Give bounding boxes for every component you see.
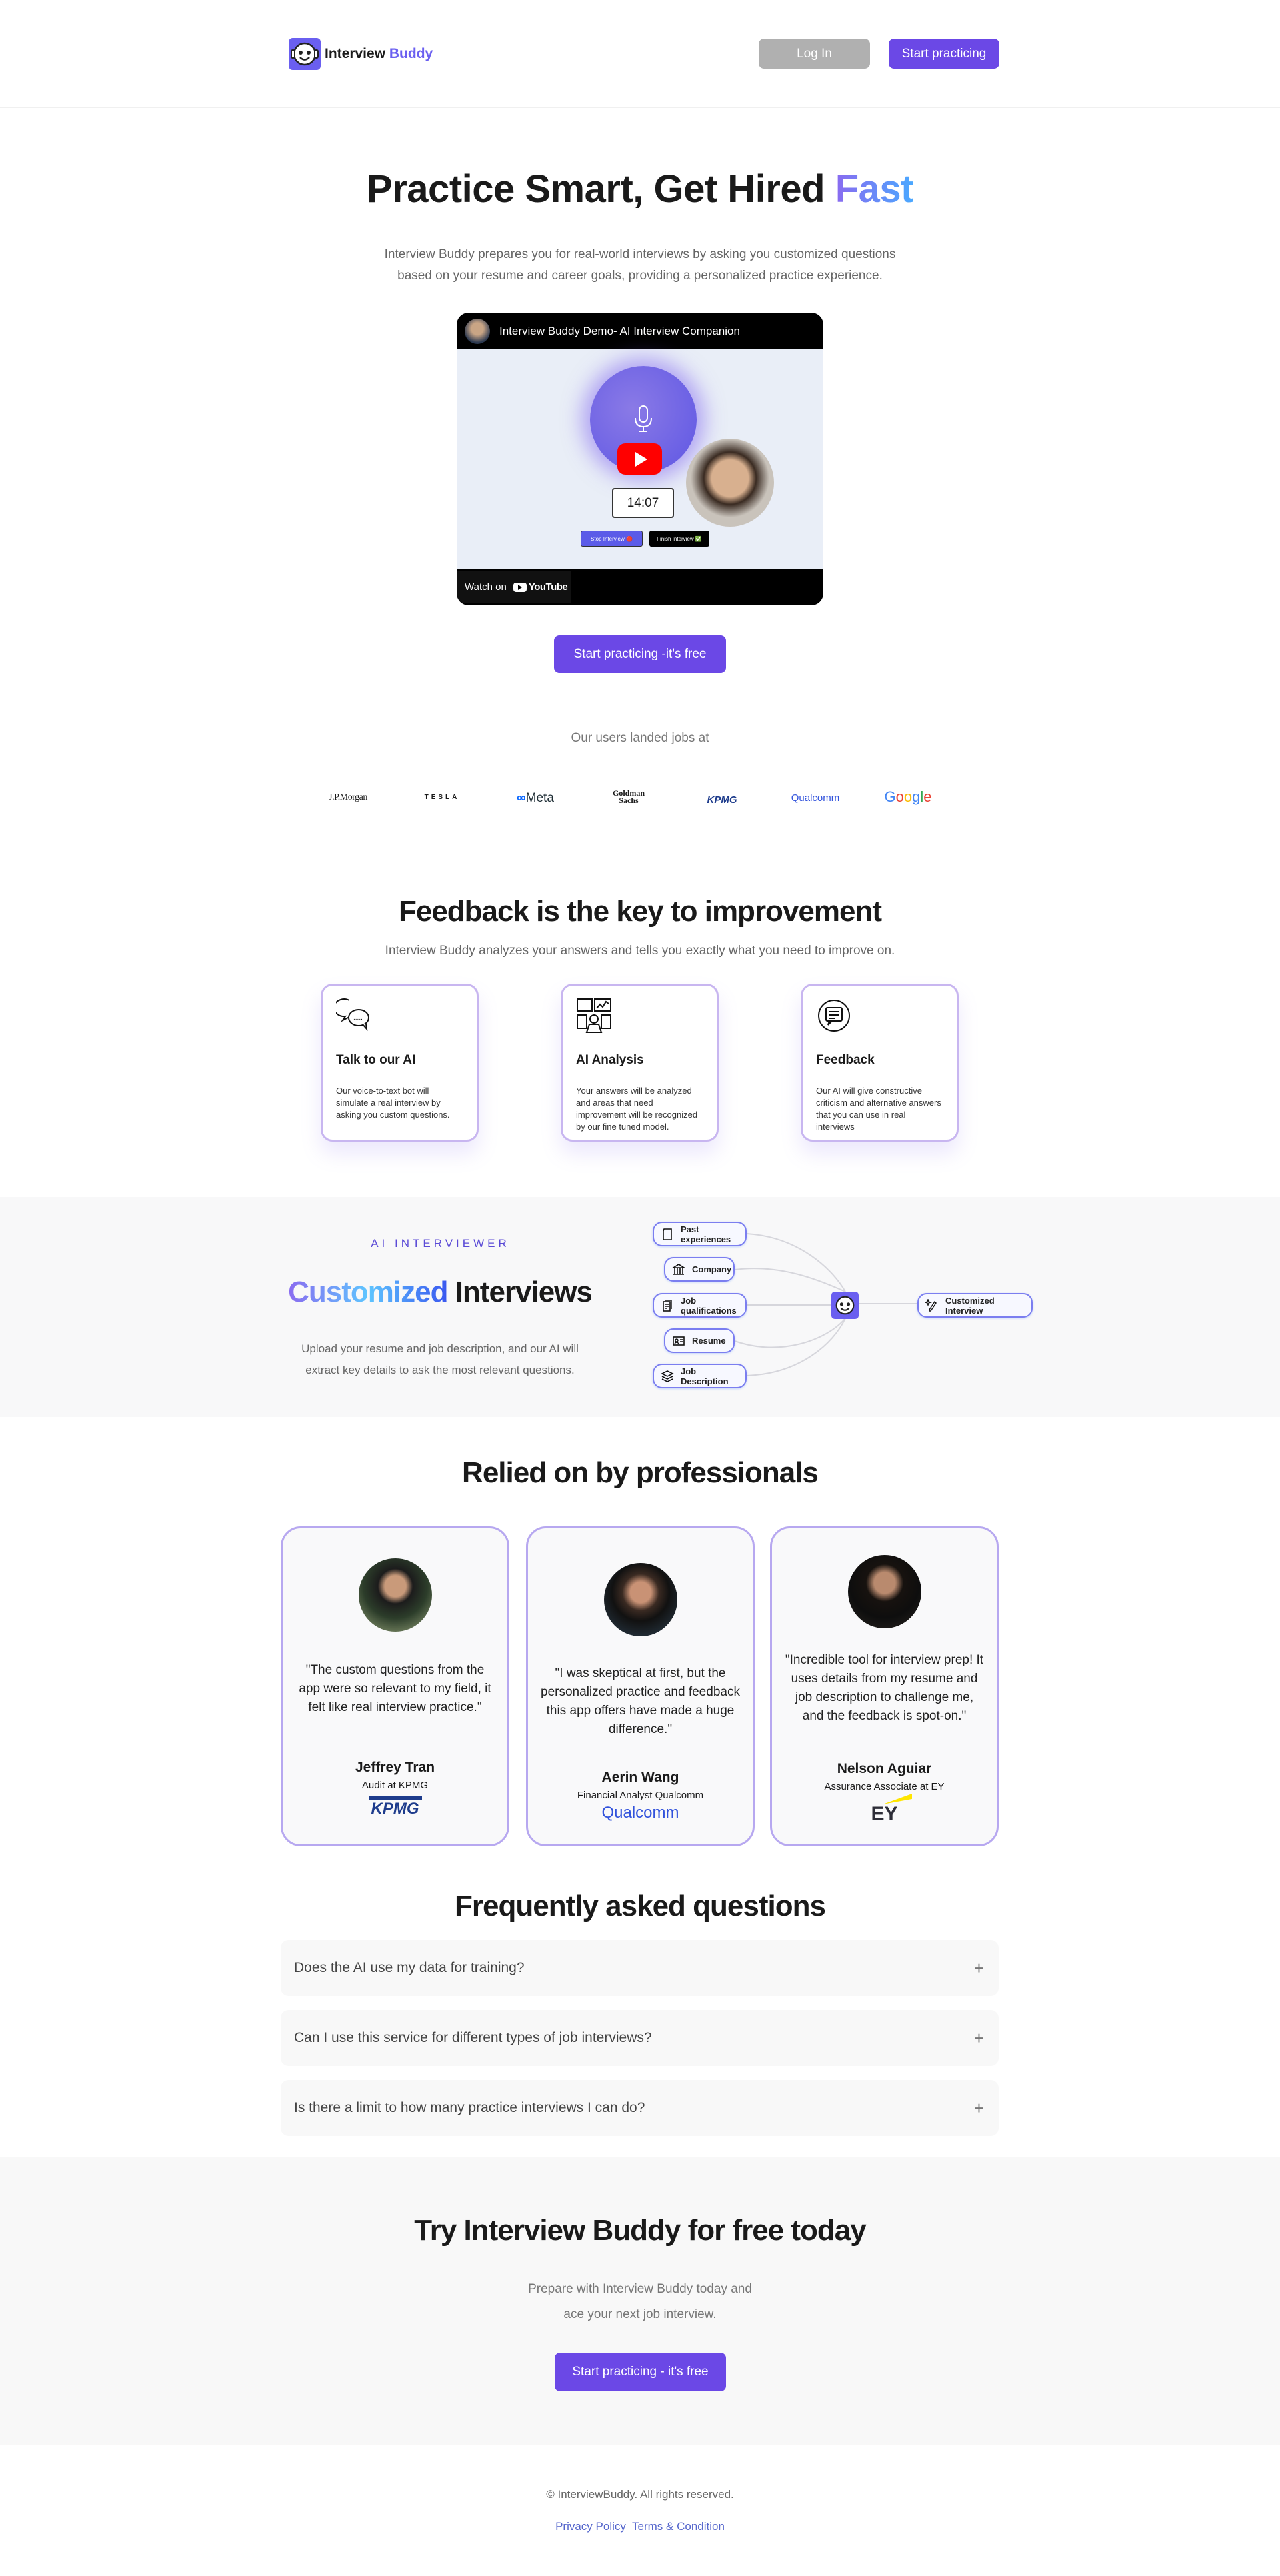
feature-desc: Our AI will give constructive criticism … <box>816 1086 941 1132</box>
company-logo-qualcomm: Qualcomm <box>601 1804 679 1822</box>
plus-icon[interactable]: + <box>974 1958 984 1979</box>
hero-title: Practice Smart, Get Hired Fast <box>367 167 914 211</box>
youtube-logo-icon <box>513 582 527 592</box>
testimonial-card: "I was skeptical at first, but the perso… <box>526 1526 755 1846</box>
layers-icon <box>661 1370 674 1382</box>
testimonial-quote: "I was skeptical at first, but the perso… <box>541 1666 740 1736</box>
plus-icon[interactable]: + <box>974 2028 984 2049</box>
diagram-connectors <box>734 1233 917 1376</box>
speaker-webcam <box>686 439 774 527</box>
privacy-policy-link[interactable]: Privacy Policy <box>555 2520 626 2533</box>
plus-icon[interactable]: + <box>974 2098 984 2119</box>
logo-tesla: TESLA <box>424 794 460 801</box>
hero-cta-button[interactable]: Start practicing -it's free <box>554 635 726 673</box>
testimonial-name: Jeffrey Tran <box>355 1760 435 1775</box>
bank-icon <box>672 1263 685 1275</box>
logo-goldman-sachs: Goldman Sachs <box>612 788 645 805</box>
buddy-mascot-icon <box>289 38 321 70</box>
interview-timer: 14:07 <box>612 488 674 518</box>
chat-bubbles-icon: ..... <box>333 998 369 1032</box>
id-card-icon <box>673 1336 685 1346</box>
channel-avatar <box>465 318 490 344</box>
copyright: © InterviewBuddy. All rights reserved. <box>546 2488 734 2501</box>
buddy-mascot-icon <box>831 1292 859 1319</box>
faq-item[interactable]: Can I use this service for different typ… <box>281 2010 999 2066</box>
folder-icon <box>663 1228 672 1240</box>
terms-link[interactable]: Terms & Condition <box>632 2520 725 2533</box>
diagram-node-resume: Resume <box>664 1328 735 1353</box>
logo-kpmg: KPMG <box>707 792 737 806</box>
video-title-bar: Interview Buddy Demo- AI Interview Compa… <box>457 313 823 349</box>
testimonials-title: Relied on by professionals <box>462 1456 819 1489</box>
diagram-node-job-qualifications: Job qualifications <box>653 1293 747 1318</box>
cta-title: Try Interview Buddy for free today <box>414 2214 867 2247</box>
feature-card-feedback: Feedback Our AI will give constructive c… <box>801 984 959 1142</box>
login-button[interactable]: Log In <box>759 39 870 69</box>
feature-desc: Our voice-to-text bot will simulate a re… <box>336 1086 450 1120</box>
feature-desc: Your answers will be analyzed and areas … <box>576 1086 698 1132</box>
diagram-node-job-description: Job Description <box>653 1364 747 1388</box>
watch-on-youtube[interactable]: Watch on YouTube <box>457 571 571 603</box>
testimonial-card: "The custom questions from the app were … <box>281 1526 509 1846</box>
features-subtitle: Interview Buddy analyzes your answers an… <box>385 944 895 958</box>
faq-item[interactable]: Is there a limit to how many practice in… <box>281 2080 999 2136</box>
analysis-dashboard-icon <box>577 998 611 1033</box>
document-icon <box>663 1299 672 1312</box>
faq-title: Frequently asked questions <box>455 1890 826 1922</box>
testimonial-name: Aerin Wang <box>601 1770 679 1785</box>
video-title: Interview Buddy Demo- AI Interview Compa… <box>499 324 740 337</box>
cta-desc: Prepare with Interview Buddy today and ac… <box>528 2282 752 2321</box>
brand-logo[interactable]: Interview Buddy <box>289 38 433 70</box>
demo-video[interactable]: Interview Buddy Demo- AI Interview Compa… <box>457 313 823 605</box>
cta-button[interactable]: Start practicing - it's free <box>555 2353 726 2391</box>
hero-title-accent: Fast <box>835 167 914 211</box>
feedback-cycle-icon <box>818 1000 850 1032</box>
testimonial-role: Assurance Associate at EY <box>824 1781 945 1792</box>
feature-title: AI Analysis <box>576 1053 644 1067</box>
diagram-node-past-experiences: Past experiences <box>653 1222 747 1246</box>
feature-card-talk: ..... Talk to our AI Our voice-to-text b… <box>321 984 479 1142</box>
hero-subtitle: Interview Buddy prepares you for real-wo… <box>384 247 896 283</box>
brand-name: Interview <box>325 46 386 61</box>
company-logo-ey: EY <box>784 1794 985 1827</box>
logos-label: Our users landed jobs at <box>571 731 709 745</box>
avatar <box>847 1555 921 1628</box>
feature-card-analysis: AI Analysis Your answers will be analyze… <box>561 984 719 1142</box>
company-logo-kpmg: KPMG <box>368 1796 422 1818</box>
features-title: Feedback is the key to improvement <box>398 895 882 928</box>
testimonial-role: Audit at KPMG <box>361 1780 429 1791</box>
testimonial-quote: "Incredible tool for interview prep! It … <box>785 1653 984 1723</box>
avatar <box>358 1558 432 1632</box>
logo-jpmorgan: J.P.Morgan <box>329 792 367 802</box>
start-practicing-button[interactable]: Start practicing <box>889 39 999 69</box>
youtube-play-icon[interactable] <box>617 443 662 475</box>
diagram-node-company: Company <box>664 1257 735 1282</box>
stop-interview-button: Stop Interview 🔴 <box>581 531 643 547</box>
logo-qualcomm: Qualcomm <box>791 792 840 804</box>
svg-text:.....: ..... <box>353 1014 363 1022</box>
magic-pencil-icon <box>925 1298 937 1312</box>
testimonial-card: "Incredible tool for interview prep! It … <box>770 1526 999 1846</box>
testimonial-name: Nelson Aguiar <box>837 1761 932 1776</box>
site-header: Interview Buddy Log In Start practicing <box>0 0 1280 108</box>
logo-google: Google <box>884 788 932 805</box>
diagram-node-customized-interview: Customized Interview <box>917 1293 1033 1318</box>
avatar <box>603 1563 677 1636</box>
testimonial-quote: "The custom questions from the app were … <box>299 1663 491 1714</box>
testimonial-role: Financial Analyst Qualcomm <box>577 1790 704 1801</box>
logo-meta: ∞Meta <box>517 791 554 805</box>
ai-interviewer-section: AI INTERVIEWER Customized Interviews Upl… <box>0 1197 1280 1417</box>
feature-title: Talk to our AI <box>336 1053 416 1067</box>
feature-title: Feedback <box>816 1053 875 1067</box>
faq-item[interactable]: Does the AI use my data for training? + <box>281 1940 999 1996</box>
finish-interview-button: Finish Interview ✅ <box>649 531 709 547</box>
microphone-icon <box>635 405 652 432</box>
cta-section: Try Interview Buddy for free today Prepa… <box>0 2157 1280 2445</box>
brand-name-accent: Buddy <box>389 46 433 61</box>
